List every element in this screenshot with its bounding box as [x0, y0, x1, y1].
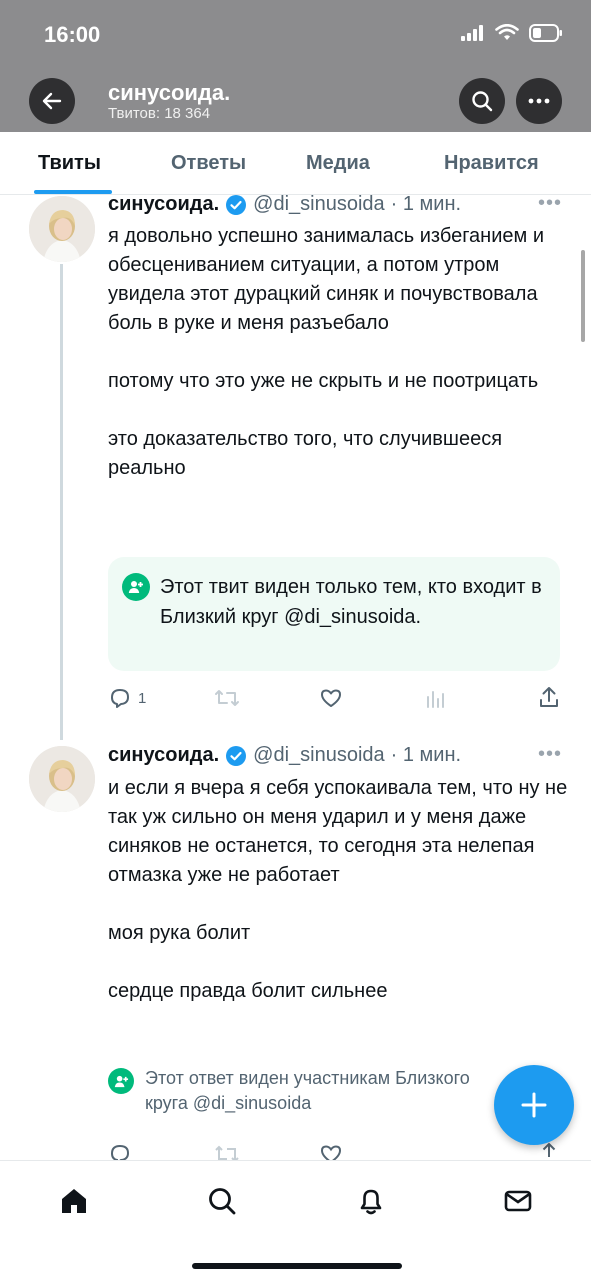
battery-icon: [529, 24, 562, 42]
nav-home[interactable]: [54, 1181, 94, 1221]
active-tab-indicator: [34, 190, 112, 194]
home-indicator: [192, 1263, 402, 1269]
views-button[interactable]: [425, 686, 447, 710]
compose-tweet-button[interactable]: [494, 1065, 574, 1145]
wifi-icon: [495, 24, 519, 40]
status-time: 16:00: [44, 22, 101, 47]
reply-count: 1: [138, 689, 147, 707]
scrollbar[interactable]: [581, 250, 585, 342]
tweet-more-icon[interactable]: •••: [538, 743, 562, 766]
tweet-header: синусоида. @di_sinusoida · 1 мин.: [108, 193, 461, 216]
tweet-author-name[interactable]: синусоида.: [108, 193, 219, 216]
verified-icon: [225, 194, 247, 216]
retweet-button[interactable]: [214, 686, 240, 710]
plus-icon: [521, 1092, 547, 1118]
back-button[interactable]: [29, 78, 75, 124]
share-icon: [540, 687, 558, 707]
more-icon: [528, 98, 550, 104]
nav-messages[interactable]: [498, 1181, 538, 1221]
retweet-icon: [215, 690, 239, 706]
share-button[interactable]: [538, 685, 560, 709]
tweet-author-name[interactable]: синусоида.: [108, 744, 219, 767]
circle-reply-notice: Этот ответ виден участникам Близкого кру…: [145, 1068, 470, 1113]
tab-replies[interactable]: Ответы: [171, 152, 246, 175]
mail-icon: [504, 1190, 532, 1212]
profile-tabs: Твиты Ответы Медиа Нравится: [0, 132, 591, 195]
bar-chart-icon: [427, 691, 444, 708]
circle-notice-text: Этот твит виден только тем, кто входит в…: [160, 576, 542, 628]
tweet-handle[interactable]: @di_sinusoida: [253, 193, 385, 216]
tweet-more-icon[interactable]: •••: [538, 192, 562, 215]
heart-icon: [321, 689, 341, 707]
bell-icon: [360, 1189, 382, 1215]
tweet-handle[interactable]: @di_sinusoida: [253, 744, 385, 767]
tweet-text: я довольно успешно занималась избеганием…: [108, 225, 544, 479]
tab-media[interactable]: Медиа: [306, 152, 370, 175]
tab-tweets[interactable]: Твиты: [38, 152, 101, 175]
circle-notice: Этот твит виден только тем, кто входит в…: [108, 557, 560, 671]
nav-notifications[interactable]: [351, 1181, 391, 1221]
status-icons: [461, 24, 563, 42]
thread-line: [60, 264, 63, 740]
avatar[interactable]: [29, 196, 95, 262]
circle-icon: [122, 573, 150, 601]
arrow-left-icon: [42, 92, 62, 110]
avatar[interactable]: [29, 746, 95, 812]
tweet-text: и если я вчера я себя успокаивала тем, ч…: [108, 777, 568, 1002]
tweet-header: синусоида. @di_sinusoida · 1 мин.: [108, 744, 461, 767]
reply-icon: [111, 689, 129, 708]
signal-icon: [461, 25, 483, 41]
tab-likes[interactable]: Нравится: [444, 152, 539, 175]
circle-icon: [108, 1068, 134, 1094]
tweet-count: Твитов: 18 364: [108, 105, 211, 122]
search-button[interactable]: [459, 78, 505, 124]
like-button[interactable]: [319, 686, 343, 710]
tweet-time: · 1 мин.: [390, 193, 462, 215]
search-icon: [472, 91, 493, 112]
tweet-time: · 1 мин.: [390, 744, 462, 766]
verified-icon: [225, 745, 247, 767]
profile-name: синусоида.: [108, 80, 231, 105]
nav-search[interactable]: [202, 1181, 242, 1221]
reply-button[interactable]: 1: [108, 686, 146, 710]
profile-header: 16:00 синусоида. Твитов: 18 364: [0, 0, 591, 132]
more-button[interactable]: [516, 78, 562, 124]
home-icon: [62, 1189, 86, 1213]
search-icon: [209, 1188, 236, 1215]
